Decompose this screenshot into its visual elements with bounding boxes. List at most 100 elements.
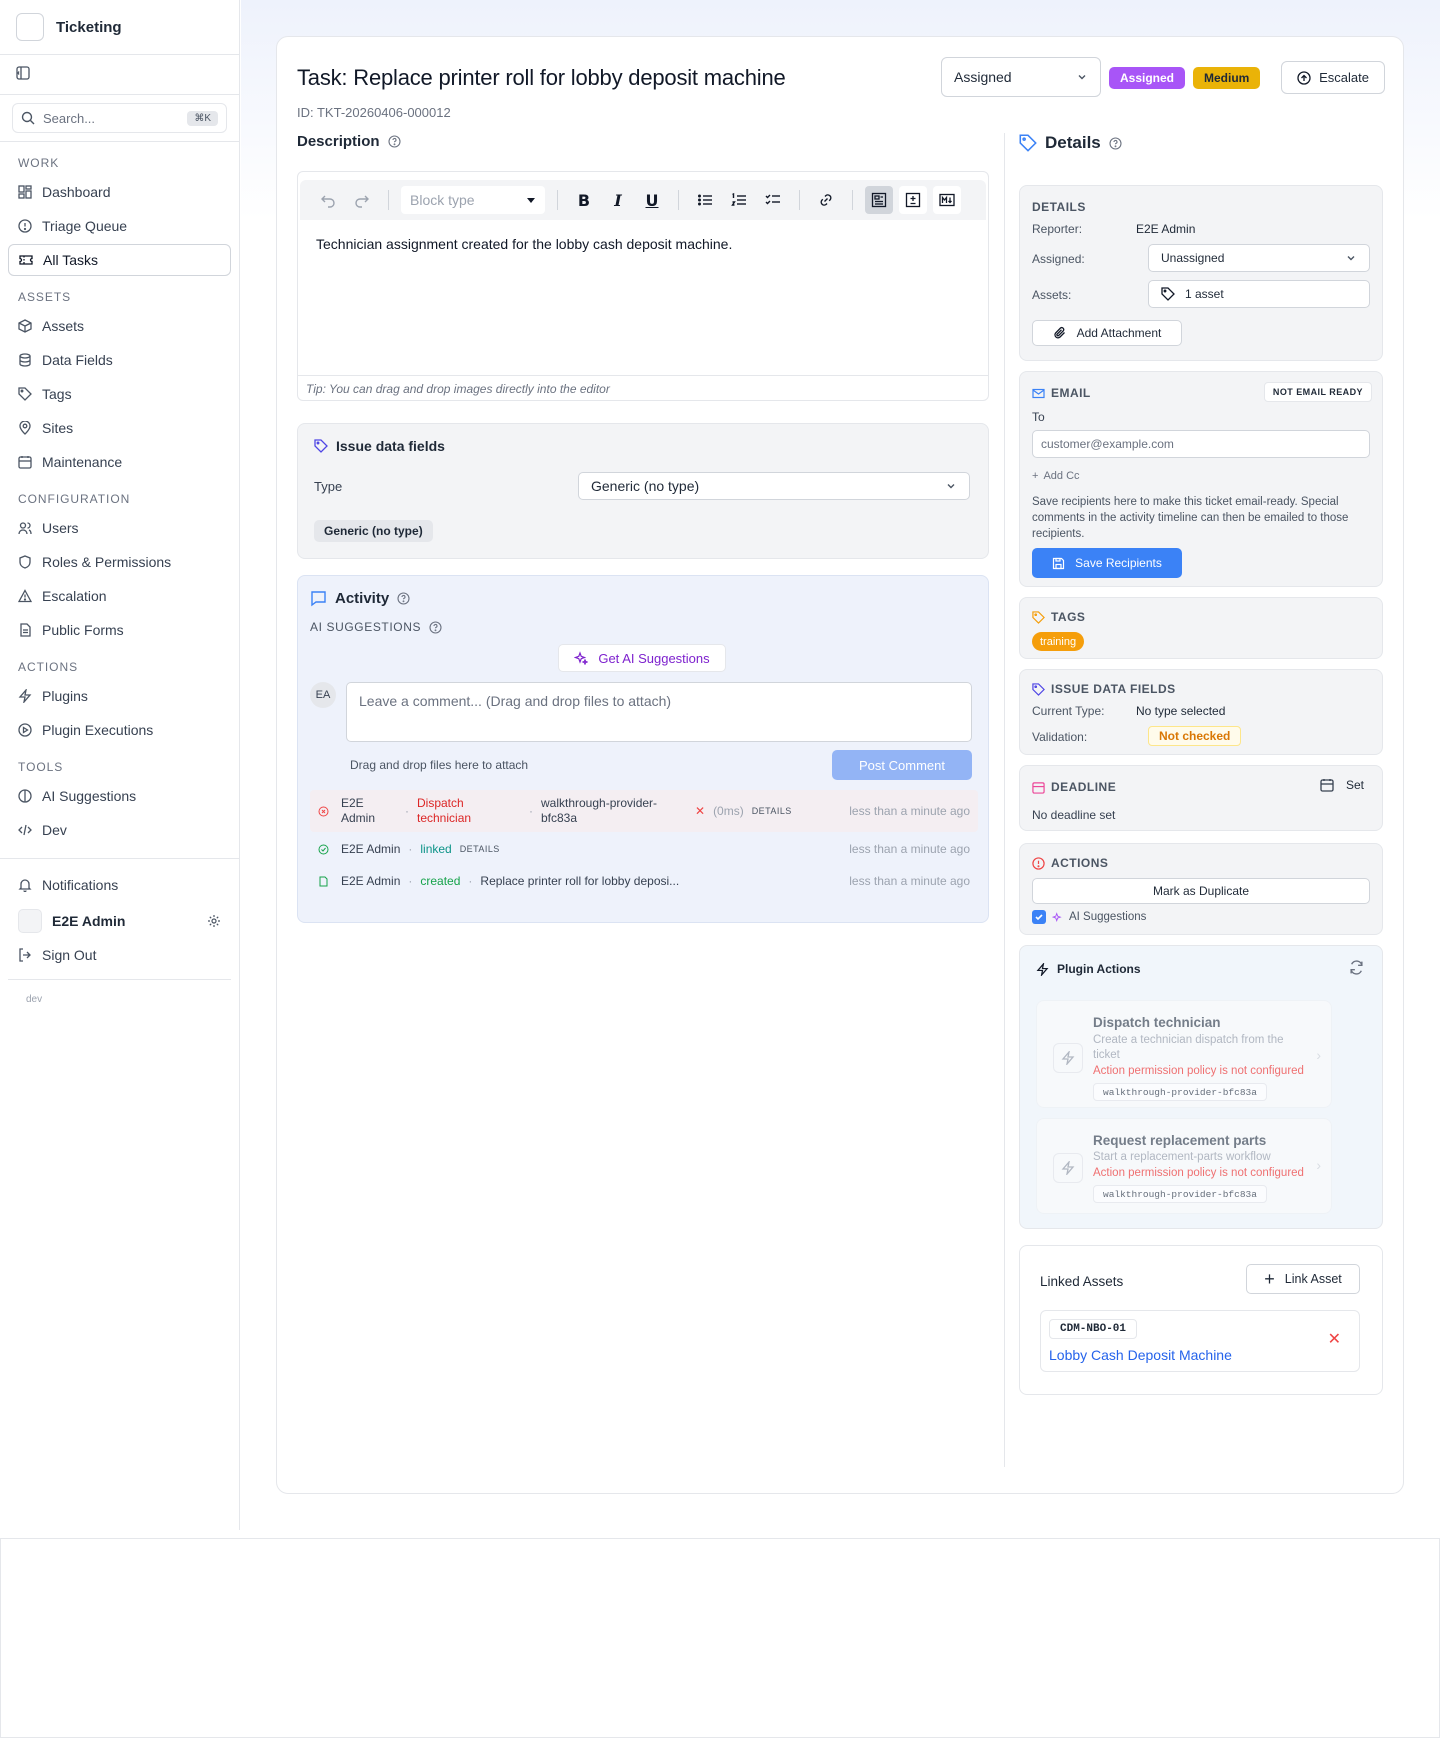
bullet-list-icon[interactable] (691, 186, 719, 214)
details-link[interactable]: DETAILS (460, 844, 500, 854)
asset-code: CDM-NBO-01 (1049, 1319, 1138, 1339)
add-cc-button[interactable]: + Add Cc (1032, 470, 1080, 482)
user-row[interactable]: E2E Admin (8, 903, 231, 939)
search-input[interactable]: Search... ⌘K (12, 103, 227, 133)
refresh-icon[interactable] (1349, 960, 1364, 975)
image-block-icon[interactable] (865, 186, 893, 214)
nav-item-maintenance[interactable]: Maintenance (8, 446, 231, 478)
checkbox[interactable] (1032, 910, 1046, 924)
undo-icon[interactable] (314, 186, 342, 214)
linked-asset-item[interactable]: CDM-NBO-01 Lobby Cash Deposit Machine ✕ (1040, 1310, 1360, 1372)
deadline-panel: DEADLINE Set No deadline set (1019, 765, 1383, 831)
file-text-icon (20, 623, 31, 637)
escalate-button[interactable]: Escalate (1281, 61, 1385, 94)
underline-icon[interactable]: U (638, 186, 666, 214)
nav-item-sign-out[interactable]: Sign Out (8, 939, 231, 971)
nav-item-notifications[interactable]: Notifications (8, 869, 231, 901)
save-recipients-button[interactable]: Save Recipients (1032, 548, 1182, 578)
plugin-provider-chip: walkthrough-provider-bfc83a (1093, 1083, 1267, 1101)
block-type-select[interactable]: Block type (401, 186, 545, 214)
type-label: Type (314, 479, 343, 494)
link-asset-button[interactable]: + Link Asset (1246, 1264, 1360, 1294)
italic-icon[interactable]: I (604, 186, 632, 214)
shield-icon (19, 555, 31, 569)
get-ai-suggestions-button[interactable]: Get AI Suggestions (558, 644, 726, 672)
description-editor[interactable]: Block type B I U Technician assignment c… (297, 171, 989, 401)
plugin-action-name: Dispatch technician (1093, 1015, 1221, 1030)
nav-item-dashboard[interactable]: Dashboard (8, 176, 231, 208)
set-deadline-button[interactable]: Set (1320, 778, 1364, 792)
status-badge: Assigned (1109, 67, 1186, 89)
chevron-down-icon (1347, 256, 1355, 261)
help-icon[interactable] (397, 592, 410, 605)
mark-duplicate-button[interactable]: Mark as Duplicate (1032, 878, 1370, 904)
help-icon[interactable] (429, 620, 442, 634)
comment-input[interactable]: Leave a comment... (Drag and drop files … (346, 682, 972, 742)
checklist-icon[interactable] (759, 186, 787, 214)
paperclip-icon (1054, 326, 1065, 339)
nav-item-sites[interactable]: Sites (8, 412, 231, 444)
nav-item-users[interactable]: Users (8, 512, 231, 544)
redo-icon[interactable] (348, 186, 376, 214)
type-select[interactable]: Generic (no type) (578, 472, 970, 500)
ai-suggestions-label: AI Suggestions (1069, 911, 1147, 923)
nav-item-assets[interactable]: Assets (8, 310, 231, 342)
nav-item-data-fields[interactable]: Data Fields (8, 344, 231, 376)
to-placeholder: customer@example.com (1041, 437, 1174, 451)
activity-heading: Activity (310, 590, 410, 607)
activity-entry: E2E Admin · created · Replace printer ro… (310, 870, 978, 892)
sidebar-toggle-icon[interactable] (16, 66, 30, 83)
file-created-icon (319, 876, 328, 886)
asset-link[interactable]: Lobby Cash Deposit Machine (1049, 1347, 1232, 1363)
nav-item-roles-permissions[interactable]: Roles & Permissions (8, 546, 231, 578)
activity-entry: E2E Admin · linked DETAILS less than a m… (310, 838, 978, 860)
details-link[interactable]: DETAILS (752, 806, 792, 816)
markdown-icon[interactable] (933, 186, 961, 214)
insert-field-icon[interactable] (899, 186, 927, 214)
assigned-select[interactable]: Unassigned (1148, 244, 1370, 272)
plus-icon: + (1264, 1269, 1275, 1289)
brand[interactable]: Ticketing (0, 0, 239, 55)
editor-content[interactable]: Technician assignment created for the lo… (316, 236, 732, 252)
type-chip: Generic (no type) (314, 520, 433, 542)
ai-suggestions-toggle[interactable]: AI Suggestions (1032, 910, 1146, 924)
gear-icon[interactable] (207, 914, 221, 928)
help-icon[interactable] (1109, 136, 1122, 150)
post-comment-button[interactable]: Post Comment (832, 750, 972, 780)
plugin-provider-chip: walkthrough-provider-bfc83a (1093, 1185, 1267, 1203)
nav-item-dev[interactable]: Dev (8, 814, 231, 846)
column-divider[interactable] (1004, 133, 1005, 1467)
chevron-down-icon (1078, 75, 1086, 80)
bold-icon[interactable]: B (570, 186, 598, 214)
ai-suggestions-heading: AI SUGGESTIONS (310, 620, 442, 634)
entry-user: E2E Admin (341, 796, 376, 825)
entry-time: less than a minute ago (849, 804, 970, 818)
plugin-action-card[interactable]: Dispatch technician Create a technician … (1036, 1000, 1332, 1108)
database-icon (19, 353, 31, 367)
tag-chip[interactable]: training (1032, 632, 1085, 651)
nav-item-all-tasks[interactable]: All Tasks (8, 244, 231, 276)
link-icon[interactable] (812, 186, 840, 214)
assets-button[interactable]: 1 asset (1148, 280, 1370, 308)
tag-icon (1161, 287, 1175, 301)
add-attachment-button[interactable]: Add Attachment (1032, 320, 1182, 346)
nav-item-escalation[interactable]: Escalation (8, 580, 231, 612)
users-icon (18, 522, 32, 535)
code-icon (18, 824, 32, 836)
help-icon[interactable] (387, 135, 401, 148)
to-input[interactable]: customer@example.com (1032, 430, 1370, 458)
plugin-action-card[interactable]: Request replacement parts Start a replac… (1036, 1118, 1332, 1214)
nav-item-public-forms[interactable]: Public Forms (8, 614, 231, 646)
nav-label: Users (42, 520, 79, 536)
nav-item-tags[interactable]: Tags (8, 378, 231, 410)
nav-item-plugin-executions[interactable]: Plugin Executions (8, 714, 231, 746)
nav-label: AI Suggestions (42, 788, 137, 804)
block-type-placeholder: Block type (410, 192, 475, 208)
remove-icon[interactable]: ✕ (1328, 1329, 1341, 1349)
nav-item-plugins[interactable]: Plugins (8, 680, 231, 712)
status-select[interactable]: Assigned (941, 57, 1101, 97)
numbered-list-icon[interactable] (725, 186, 753, 214)
actions-heading: ACTIONS (1032, 856, 1108, 870)
nav-item-triage-queue[interactable]: Triage Queue (8, 210, 231, 242)
nav-item-ai-suggestions[interactable]: AI Suggestions (8, 780, 231, 812)
